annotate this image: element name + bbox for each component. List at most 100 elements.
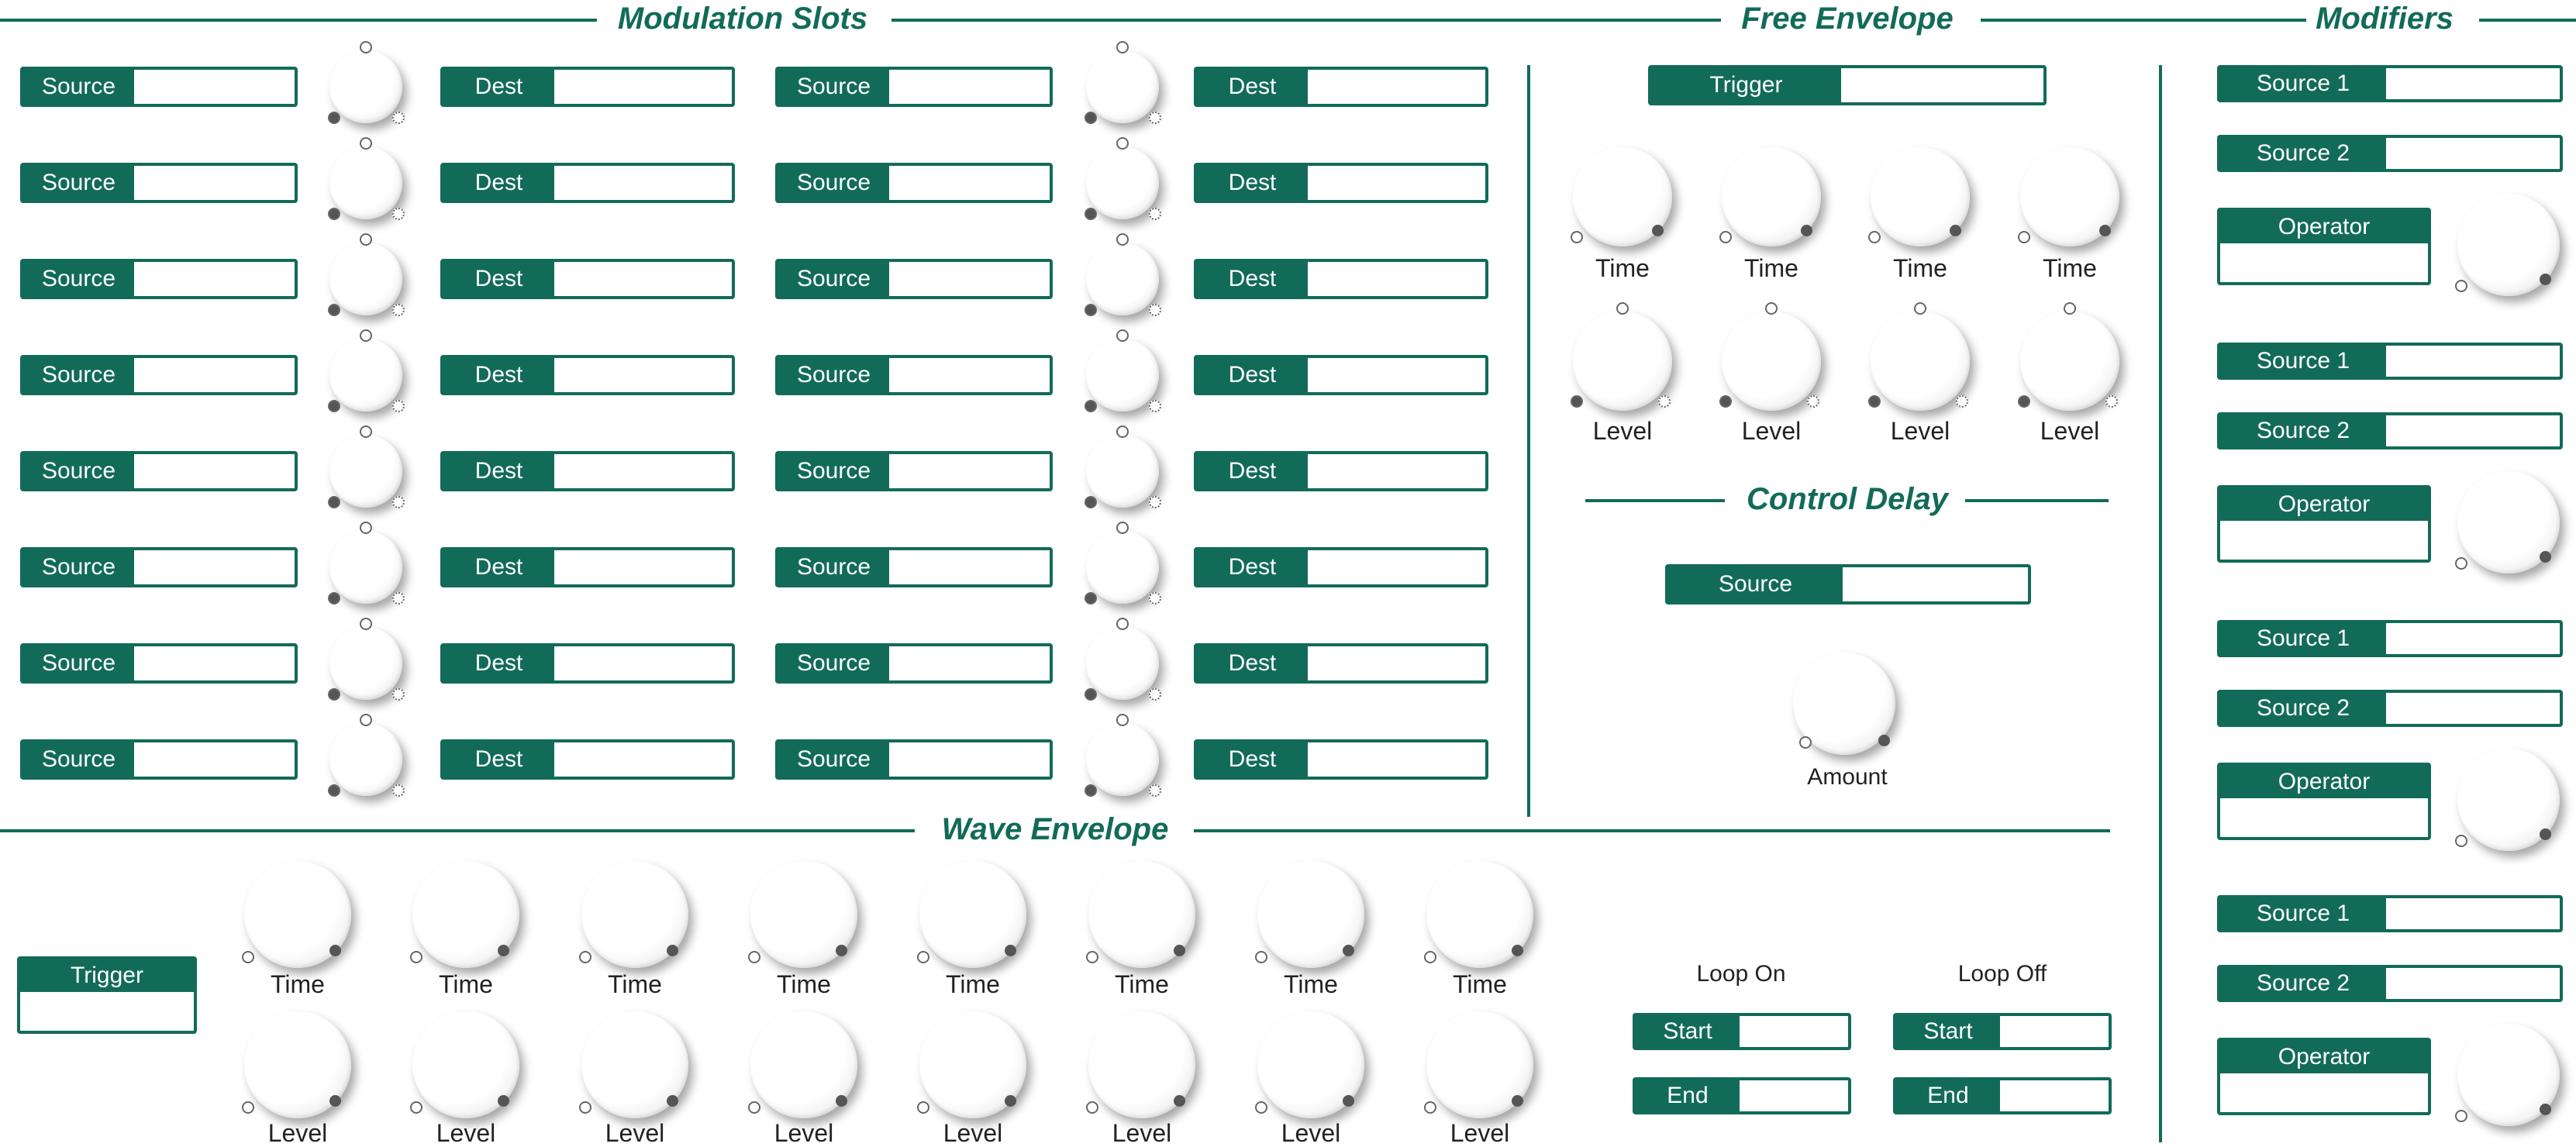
- loop-off-end-field[interactable]: End: [1893, 1077, 2112, 1114]
- free-envelope-time-knob-2[interactable]: [1722, 147, 1821, 246]
- free-envelope-time-knob-4[interactable]: [2020, 147, 2119, 246]
- modifier-4-source2-field[interactable]: Source 2: [2217, 965, 2563, 1002]
- mod-slot-14-dest-field[interactable]: Dest: [1194, 547, 1488, 587]
- mod-slot-1-source-field-value[interactable]: [134, 70, 295, 104]
- modifier-2-operator-field[interactable]: Operator: [2217, 485, 2431, 563]
- wave-envelope-trigger-value[interactable]: [20, 992, 194, 1031]
- modifier-2-source1-field[interactable]: Source 1: [2217, 343, 2563, 380]
- modifier-4-operator-value[interactable]: [2220, 1073, 2428, 1112]
- mod-slot-4-source-field-value[interactable]: [134, 358, 295, 392]
- mod-slot-7-source-field[interactable]: Source: [20, 643, 298, 684]
- mod-slot-12-dest-field[interactable]: Dest: [1194, 355, 1488, 395]
- free-envelope-level-knob-1[interactable]: [1573, 312, 1672, 411]
- mod-slot-3-amount-knob[interactable]: [329, 243, 402, 315]
- mod-slot-9-source-field-value[interactable]: [889, 70, 1050, 104]
- mod-slot-5-amount-knob[interactable]: [329, 435, 402, 508]
- modifier-4-source1-field-value[interactable]: [2386, 898, 2560, 929]
- mod-slot-9-source-field[interactable]: Source: [775, 67, 1053, 107]
- wave-envelope-time-knob-2[interactable]: [412, 861, 519, 968]
- mod-slot-14-dest-field-value[interactable]: [1308, 550, 1485, 584]
- mod-slot-16-dest-field[interactable]: Dest: [1194, 739, 1488, 780]
- free-envelope-level-knob-4[interactable]: [2020, 312, 2119, 411]
- mod-slot-3-source-field-value[interactable]: [134, 262, 295, 296]
- mod-slot-3-dest-field-value[interactable]: [554, 262, 732, 296]
- wave-envelope-time-knob-5[interactable]: [919, 861, 1026, 968]
- mod-slot-8-dest-field-value[interactable]: [554, 742, 732, 777]
- loop-on-start-value[interactable]: [1740, 1016, 1848, 1047]
- mod-slot-6-dest-field-value[interactable]: [554, 550, 732, 584]
- loop-on-end-value[interactable]: [1740, 1080, 1848, 1111]
- wave-envelope-time-knob-3[interactable]: [581, 861, 688, 968]
- wave-envelope-level-knob-2[interactable]: [412, 1011, 519, 1118]
- mod-slot-11-dest-field-value[interactable]: [1308, 262, 1485, 296]
- wave-envelope-level-knob-4[interactable]: [750, 1011, 857, 1118]
- modifier-2-source2-field-value[interactable]: [2386, 415, 2560, 446]
- modifier-2-source1-field-value[interactable]: [2386, 346, 2560, 377]
- mod-slot-14-source-field[interactable]: Source: [775, 547, 1053, 587]
- mod-slot-7-source-field-value[interactable]: [134, 646, 295, 680]
- free-envelope-level-knob-3[interactable]: [1871, 312, 1970, 411]
- free-envelope-time-knob-1[interactable]: [1573, 147, 1672, 246]
- modifier-3-source2-field[interactable]: Source 2: [2217, 690, 2563, 727]
- mod-slot-16-dest-field-value[interactable]: [1308, 742, 1485, 777]
- loop-off-end-value[interactable]: [2000, 1080, 2109, 1111]
- modifier-4-source1-field[interactable]: Source 1: [2217, 895, 2563, 932]
- modifier-3-source1-field[interactable]: Source 1: [2217, 620, 2563, 657]
- mod-slot-6-source-field-value[interactable]: [134, 550, 295, 584]
- modifier-1-knob[interactable]: [2457, 194, 2560, 296]
- mod-slot-3-dest-field[interactable]: Dest: [440, 259, 735, 299]
- mod-slot-8-source-field[interactable]: Source: [20, 739, 298, 780]
- mod-slot-15-dest-field-value[interactable]: [1308, 646, 1485, 680]
- mod-slot-11-amount-knob[interactable]: [1086, 243, 1159, 315]
- modifier-1-source2-field-value[interactable]: [2386, 138, 2560, 169]
- modifier-2-source2-field[interactable]: Source 2: [2217, 412, 2563, 450]
- free-envelope-trigger-field[interactable]: Trigger: [1648, 65, 2047, 105]
- mod-slot-16-amount-knob[interactable]: [1086, 723, 1159, 796]
- mod-slot-13-dest-field[interactable]: Dest: [1194, 451, 1488, 491]
- mod-slot-13-amount-knob[interactable]: [1086, 435, 1159, 508]
- mod-slot-2-dest-field-value[interactable]: [554, 166, 732, 200]
- modifier-4-knob[interactable]: [2457, 1024, 2560, 1126]
- mod-slot-2-source-field-value[interactable]: [134, 166, 295, 200]
- modifier-1-operator-value[interactable]: [2220, 243, 2428, 282]
- wave-envelope-time-knob-8[interactable]: [1426, 861, 1533, 968]
- modifier-3-knob[interactable]: [2457, 749, 2560, 851]
- modifier-2-operator-value[interactable]: [2220, 521, 2428, 560]
- loop-off-start-field[interactable]: Start: [1893, 1013, 2112, 1050]
- mod-slot-13-source-field[interactable]: Source: [775, 451, 1053, 491]
- mod-slot-9-dest-field-value[interactable]: [1308, 70, 1485, 104]
- mod-slot-6-amount-knob[interactable]: [329, 531, 402, 604]
- mod-slot-5-source-field[interactable]: Source: [20, 451, 298, 491]
- wave-envelope-time-knob-7[interactable]: [1257, 861, 1364, 968]
- wave-envelope-time-knob-4[interactable]: [750, 861, 857, 968]
- mod-slot-12-source-field[interactable]: Source: [775, 355, 1053, 395]
- mod-slot-1-dest-field-value[interactable]: [554, 70, 732, 104]
- mod-slot-14-amount-knob[interactable]: [1086, 531, 1159, 604]
- mod-slot-1-source-field[interactable]: Source: [20, 67, 298, 107]
- mod-slot-13-source-field-value[interactable]: [889, 454, 1050, 488]
- modifier-2-knob[interactable]: [2457, 471, 2560, 574]
- free-envelope-time-knob-3[interactable]: [1871, 147, 1970, 246]
- mod-slot-11-dest-field[interactable]: Dest: [1194, 259, 1488, 299]
- mod-slot-7-dest-field[interactable]: Dest: [440, 643, 735, 684]
- mod-slot-12-amount-knob[interactable]: [1086, 339, 1159, 412]
- mod-slot-1-amount-knob[interactable]: [329, 50, 402, 123]
- mod-slot-8-amount-knob[interactable]: [329, 723, 402, 796]
- mod-slot-9-dest-field[interactable]: Dest: [1194, 67, 1488, 107]
- loop-off-start-value[interactable]: [2000, 1016, 2109, 1047]
- mod-slot-10-amount-knob[interactable]: [1086, 146, 1159, 219]
- mod-slot-4-amount-knob[interactable]: [329, 339, 402, 412]
- mod-slot-3-source-field[interactable]: Source: [20, 259, 298, 299]
- modifier-1-operator-field[interactable]: Operator: [2217, 208, 2431, 285]
- modifier-1-source1-field-value[interactable]: [2386, 68, 2560, 99]
- modifier-3-source2-field-value[interactable]: [2386, 693, 2560, 724]
- mod-slot-15-source-field-value[interactable]: [889, 646, 1050, 680]
- loop-on-start-field[interactable]: Start: [1633, 1013, 1851, 1050]
- mod-slot-2-dest-field[interactable]: Dest: [440, 163, 735, 203]
- modifier-3-source1-field-value[interactable]: [2386, 623, 2560, 654]
- mod-slot-15-source-field[interactable]: Source: [775, 643, 1053, 684]
- mod-slot-12-dest-field-value[interactable]: [1308, 358, 1485, 392]
- mod-slot-4-dest-field[interactable]: Dest: [440, 355, 735, 395]
- mod-slot-5-dest-field-value[interactable]: [554, 454, 732, 488]
- mod-slot-8-source-field-value[interactable]: [134, 742, 295, 777]
